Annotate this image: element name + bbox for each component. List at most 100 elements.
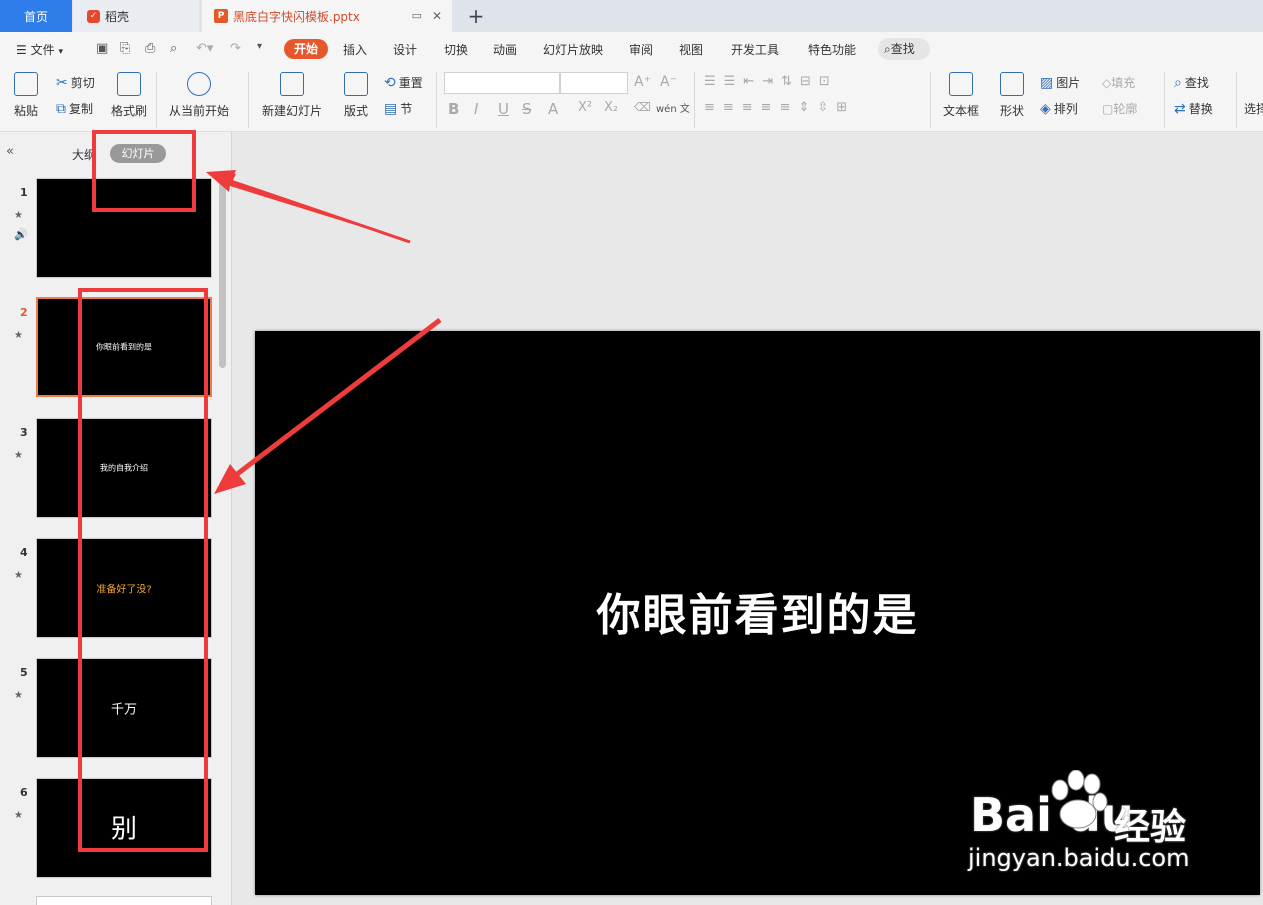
animation-star-icon: ★ <box>14 330 23 341</box>
daoke-logo-icon: ✓ <box>87 9 100 23</box>
animation-star-icon: ★ <box>14 690 23 701</box>
search-button[interactable]: ⌕查找 <box>878 38 930 60</box>
divider <box>1164 72 1165 128</box>
fill-icon: ◇ <box>1102 75 1112 90</box>
baidu-jingyan-label: 经验 <box>1114 807 1187 848</box>
slide-number: 1 <box>20 186 28 199</box>
close-icon[interactable]: ✕ <box>432 9 442 23</box>
tab-document-label: 黑底白字快闪模板.pptx <box>233 9 360 24</box>
ribbon-toolbar: 粘贴 ✂ 剪切 ⧉ 复制 格式刷 从当前开始 新建幻灯片 版式 ⟲ 重置 ▤ 节 A⁺ … <box>0 66 1263 132</box>
play-from-current-button[interactable]: 从当前开始 <box>166 72 232 119</box>
find-button[interactable]: ⌕ 查找 <box>1174 74 1209 91</box>
strikethrough-button[interactable]: S <box>522 100 532 118</box>
collapse-panel-icon[interactable]: « <box>6 144 14 159</box>
scissors-icon: ✂ <box>56 74 68 91</box>
animation-star-icon: ★ <box>14 450 23 461</box>
copy-icon: ⧉ <box>56 100 66 117</box>
divider <box>1236 72 1237 128</box>
select-button[interactable]: 选择 <box>1244 100 1263 117</box>
textbox-icon <box>949 72 973 96</box>
tab-home[interactable]: 首页 <box>0 0 72 32</box>
new-slide-icon <box>280 72 304 96</box>
output-icon[interactable]: ⎘ <box>120 41 130 56</box>
menu-tab-home[interactable]: 开始 <box>284 39 328 59</box>
outline-button[interactable]: ▢ 轮廓 <box>1102 100 1137 117</box>
slide-thumbnail-7[interactable] <box>36 896 212 905</box>
menu-tab-transition[interactable]: 切换 <box>444 41 468 58</box>
underline-button[interactable]: U <box>498 100 509 118</box>
replace-label: 替换 <box>1188 102 1213 116</box>
divider <box>930 72 931 128</box>
section-button[interactable]: ▤ 节 <box>384 100 412 117</box>
slide-number: 6 <box>20 786 28 799</box>
reset-button[interactable]: ⟲ 重置 <box>384 74 423 91</box>
section-icon: ▤ <box>384 100 398 117</box>
menu-tab-review[interactable]: 审阅 <box>629 41 653 58</box>
panel-scrollbar[interactable] <box>219 182 226 368</box>
tab-daoke[interactable]: ✓ 稻壳 <box>73 0 199 32</box>
file-menu[interactable]: ☰ 文件 ▾ <box>16 41 63 58</box>
subscript-button[interactable]: X₂ <box>604 100 618 115</box>
menu-tab-features[interactable]: 特色功能 <box>808 41 856 58</box>
print-icon[interactable]: ⎙ <box>145 41 155 56</box>
monitor-icon[interactable]: ▭ <box>412 9 422 22</box>
font-family-select[interactable] <box>444 72 560 94</box>
slide-main-text[interactable]: 你眼前看到的是 <box>255 579 1260 643</box>
arrow-to-slides-tab <box>206 172 410 242</box>
alignment-tools[interactable]: ≡≡≡≡≡⇕⇳⊞ <box>704 100 855 115</box>
format-painter-button[interactable]: 格式刷 <box>108 72 150 119</box>
layout-button[interactable]: 版式 <box>338 72 374 119</box>
arrow-line-1 <box>221 176 411 244</box>
menu-tab-animation[interactable]: 动画 <box>493 41 517 58</box>
textbox-button[interactable]: 文本框 <box>938 72 984 119</box>
outline-label: 轮廓 <box>1113 102 1138 116</box>
eraser-icon[interactable]: ⌫ <box>634 100 651 114</box>
copy-button[interactable]: ⧉ 复制 <box>56 100 93 117</box>
arrange-label: 排列 <box>1053 102 1078 116</box>
reset-icon: ⟲ <box>384 74 396 91</box>
paste-button[interactable]: 粘贴 <box>10 72 42 119</box>
picture-button[interactable]: ▨ 图片 <box>1040 74 1080 91</box>
print-preview-icon[interactable]: ⌕ <box>170 41 177 56</box>
new-slide-button[interactable]: 新建幻灯片 <box>256 72 328 119</box>
play-icon <box>187 72 211 96</box>
reset-label: 重置 <box>398 76 423 90</box>
font-size-select[interactable] <box>560 72 628 94</box>
sound-icon: 🔊 <box>14 228 28 241</box>
fill-button[interactable]: ◇ 填充 <box>1102 74 1135 91</box>
menu-tab-view[interactable]: 视图 <box>679 41 703 58</box>
tab-document[interactable]: P 黑底白字快闪模板.pptx ▭ ✕ <box>202 0 452 32</box>
bold-button[interactable]: B <box>448 100 459 118</box>
format-painter-label: 格式刷 <box>110 104 147 118</box>
font-grow-button[interactable]: A⁺ <box>634 74 651 90</box>
divider <box>248 72 249 128</box>
slide-number: 3 <box>20 426 28 439</box>
menu-tab-insert[interactable]: 插入 <box>343 41 367 58</box>
paragraph-tools[interactable]: ☰☰⇤⇥⇅⊟⊡ <box>704 74 838 89</box>
cut-button[interactable]: ✂ 剪切 <box>56 74 95 91</box>
picture-label: 图片 <box>1056 76 1081 90</box>
animation-star-icon: ★ <box>14 210 23 221</box>
customize-quickbar-icon[interactable]: ▾ <box>257 41 262 52</box>
menu-tab-design[interactable]: 设计 <box>393 41 417 58</box>
cut-label: 剪切 <box>70 76 95 90</box>
hamburger-icon: ☰ <box>16 43 27 57</box>
phonetic-button[interactable]: wén 文 <box>656 100 690 115</box>
slide-number: 5 <box>20 666 28 679</box>
layout-label: 版式 <box>343 104 368 118</box>
shape-button[interactable]: 形状 <box>994 72 1030 119</box>
superscript-button[interactable]: X² <box>578 100 592 115</box>
italic-button[interactable]: I <box>474 100 478 118</box>
redo-icon[interactable]: ↷ <box>230 41 241 56</box>
font-color-button[interactable]: A <box>548 100 558 118</box>
save-icon[interactable]: ▣ <box>96 41 108 56</box>
menu-tab-slideshow[interactable]: 幻灯片放映 <box>543 41 603 58</box>
animation-star-icon: ★ <box>14 810 23 821</box>
arrange-button[interactable]: ◈ 排列 <box>1040 100 1078 117</box>
undo-icon[interactable]: ↶▾ <box>196 41 213 56</box>
font-shrink-button[interactable]: A⁻ <box>660 74 677 90</box>
brush-icon <box>117 72 141 96</box>
menu-tab-developer[interactable]: 开发工具 <box>731 41 779 58</box>
replace-button[interactable]: ⇄ 替换 <box>1174 100 1213 117</box>
new-tab-button[interactable]: + <box>462 0 490 32</box>
